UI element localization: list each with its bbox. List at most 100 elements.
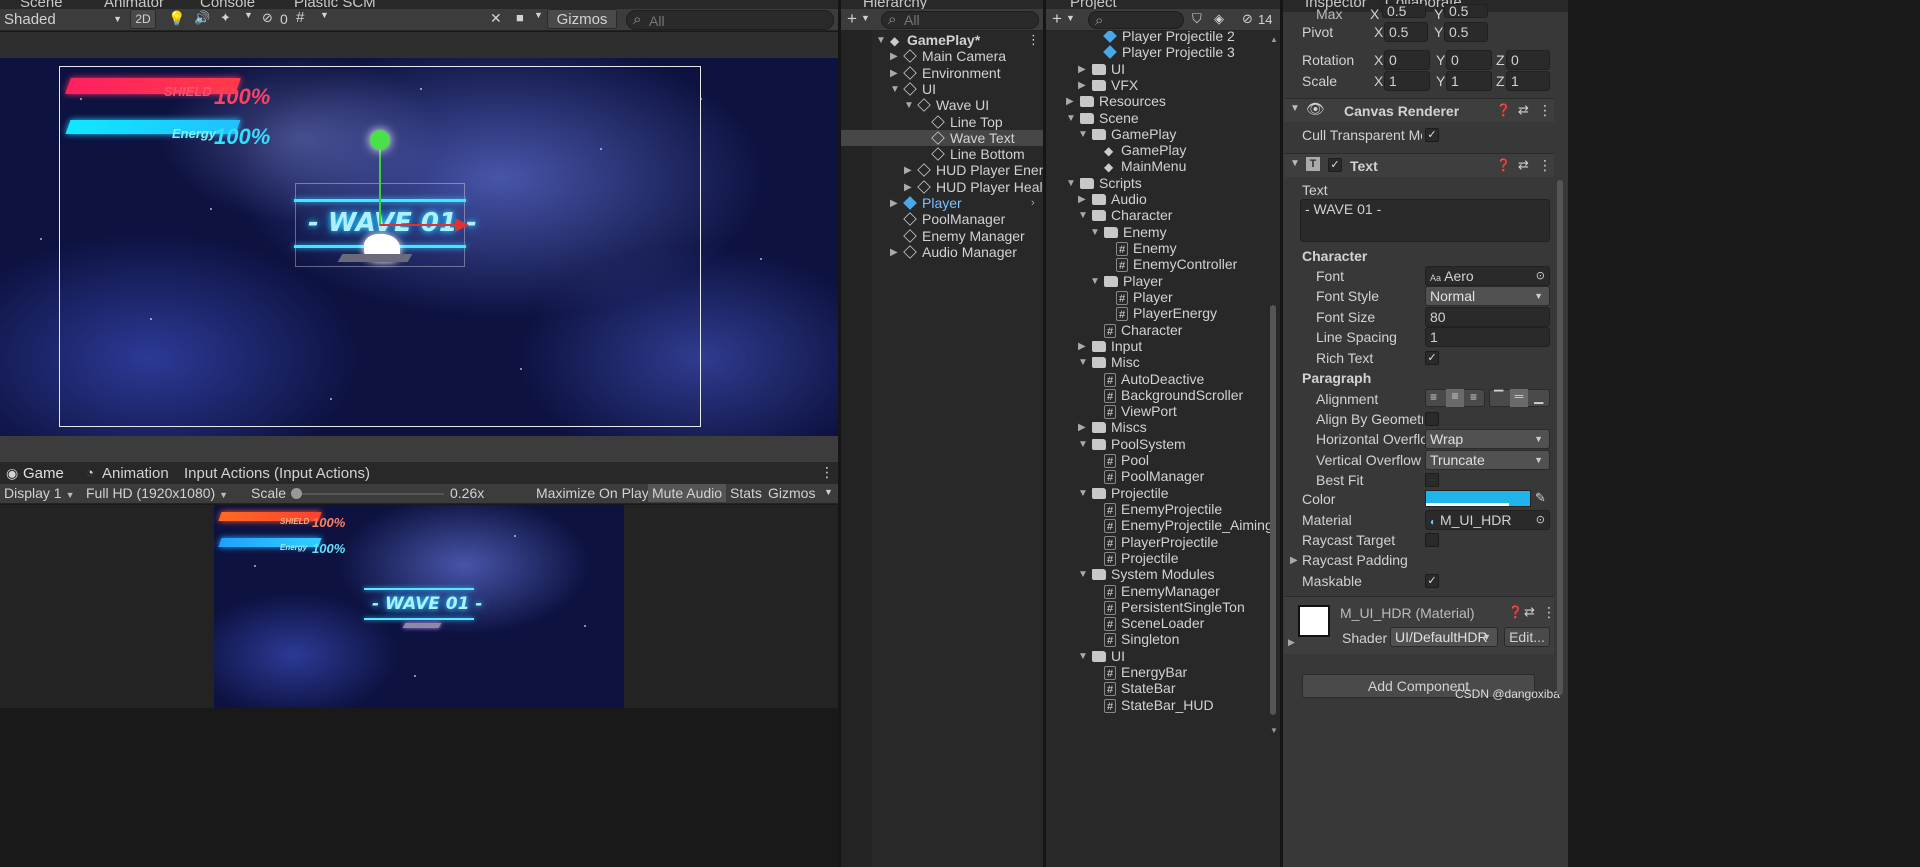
search-by-label-icon[interactable]: ◈ [1214,11,1224,27]
collapsed-arrow-icon[interactable]: ▶ [1066,94,1074,110]
hierarchy-item[interactable]: Wave Text [841,129,1043,146]
tab-animation[interactable]: Animation [102,465,169,482]
tab-game[interactable]: Game [23,465,64,482]
expanded-arrow-icon[interactable]: ▼ [1078,649,1088,665]
project-item[interactable]: ◆ MainMenu [1046,158,1268,174]
hierarchy-item[interactable]: ▶ Audio Manager [841,244,1043,260]
collapsed-arrow-icon[interactable]: ▶ [1078,62,1086,78]
scene-view[interactable]: SHIELD 100% Energy 100% - WAVE 01 - [0,58,838,436]
project-item[interactable]: ▶ Miscs [1046,419,1268,435]
collapsed-arrow-icon[interactable]: ▶ [1078,339,1086,355]
expanded-arrow-icon[interactable]: ▼ [1078,355,1088,371]
mute-audio-button[interactable]: Mute Audio [648,484,727,502]
project-item[interactable]: ▼ GamePlay [1046,126,1268,142]
project-item[interactable]: # PoolManager [1046,468,1268,485]
hierarchy-item[interactable]: PoolManager [841,211,1043,227]
project-item[interactable]: ▼ UI [1046,648,1268,664]
shader-dropdown[interactable]: UI/DefaultHDR [1390,627,1498,647]
collapsed-arrow-icon[interactable]: ▶ [904,180,912,196]
chevron-down-icon[interactable]: ▼ [824,487,833,497]
text-enabled-checkbox[interactable]: ✓ [1328,158,1342,172]
project-item[interactable]: # Enemy [1046,240,1268,257]
y-axis-gizmo[interactable] [379,142,381,226]
project-item[interactable]: # SceneLoader [1046,615,1268,632]
scale-y-field[interactable]: 1 [1446,71,1492,91]
project-item[interactable]: ▼ Scene [1046,110,1268,126]
align-left-icon[interactable]: ≡ [1430,390,1437,404]
chevron-down-icon[interactable]: ▼ [861,13,870,23]
font-field[interactable]: Aa Aero ⊙ [1425,266,1550,286]
vertical-overflow-dropdown[interactable]: Truncate [1425,450,1550,470]
more-options-icon[interactable]: ⋮ [1027,32,1040,48]
project-item[interactable]: ▼ Projectile [1046,485,1268,501]
project-item[interactable]: # PersistentSingleTon [1046,599,1268,615]
align-right-icon[interactable]: ≡ [1470,390,1477,404]
tools-icon[interactable]: ✕ [490,10,502,27]
project-item[interactable]: ▼ Misc [1046,354,1268,370]
chevron-down-icon[interactable]: ▼ [244,10,253,20]
collapsed-arrow-icon[interactable]: ▶ [1078,78,1086,94]
x-axis-arrow-icon[interactable] [455,218,469,232]
project-item[interactable]: # EnemyProjectile [1046,501,1268,517]
project-item[interactable]: # Player [1046,289,1268,305]
expanded-arrow-icon[interactable]: ▼ [1078,486,1088,502]
align-bottom-icon[interactable]: ▁ [1534,390,1543,404]
object-picker-icon[interactable]: ⊙ [1536,267,1545,285]
grid-icon[interactable]: # [296,9,304,26]
text-component-header[interactable]: ▼ T ✓ Text ❓ ⇄ ⋮ [1284,153,1554,177]
chevron-down-icon[interactable]: ▼ [1066,13,1075,23]
search-by-type-icon[interactable]: ⛉ [1192,11,1202,27]
expanded-arrow-icon[interactable]: ▼ [1078,208,1088,224]
project-item[interactable]: Player Projectile 2 [1046,31,1268,44]
project-item[interactable]: ▶ Audio [1046,191,1268,207]
resolution-dropdown[interactable]: Full HD (1920x1080) [86,485,228,501]
project-item[interactable]: # ViewPort [1046,403,1268,420]
align-center-icon[interactable]: ≡ [1446,389,1464,407]
hierarchy-item[interactable]: ▶ HUD Player Health [841,179,1054,196]
expanded-arrow-icon[interactable]: ▼ [1078,127,1088,143]
collapsed-arrow-icon[interactable]: ▶ [904,163,912,179]
pivot-y-field[interactable]: 0.5 [1444,22,1488,42]
hierarchy-item[interactable]: ▶ Environment [841,65,1043,81]
project-item[interactable]: ▶ Resources [1046,93,1268,109]
line-spacing-field[interactable]: 1 [1425,327,1550,347]
project-item[interactable]: ◆ GamePlay [1046,142,1268,158]
rotation-x-field[interactable]: 0 [1384,50,1430,70]
expanded-arrow-icon[interactable]: ▼ [876,33,886,49]
project-scrollbar[interactable]: ▲ ▼ [1268,35,1278,735]
audio-icon[interactable]: 🔊 [194,10,210,26]
preset-icon[interactable]: ⇄ [1524,604,1535,620]
eyedropper-icon[interactable]: ✎ [1535,490,1546,506]
collapsed-arrow-icon[interactable]: ▶ [1078,192,1086,208]
scene-search-input[interactable]: All [626,10,834,30]
gizmos-button[interactable]: Gizmos ▼ [547,9,617,46]
project-item[interactable]: # PlayerEnergy [1046,305,1268,322]
hierarchy-item[interactable]: ▼ UI [841,81,1043,97]
project-item[interactable]: # EnemyController [1046,256,1268,273]
chevron-down-icon[interactable]: ▼ [534,10,543,20]
scale-x-field[interactable]: 1 [1384,71,1430,91]
project-item[interactable]: ▼ Enemy [1046,224,1268,240]
chevron-right-icon[interactable]: › [1031,195,1035,211]
hierarchy-item[interactable]: Enemy Manager [841,228,1043,244]
rich-text-checkbox[interactable]: ✓ [1425,351,1439,365]
shading-mode-dropdown[interactable]: Shaded ▼ [4,11,122,28]
collapsed-arrow-icon[interactable]: ▶ [1078,420,1086,436]
stats-button[interactable]: Stats [730,485,762,501]
display-dropdown[interactable]: Display 1 [4,485,75,501]
maskable-checkbox[interactable]: ✓ [1425,574,1439,588]
project-item[interactable]: # Singleton [1046,631,1268,648]
expanded-arrow-icon[interactable]: ▼ [890,82,900,98]
hierarchy-item[interactable]: ▼ ◆ GamePlay* ⋮ [841,32,1043,48]
collapsed-arrow-icon[interactable]: ▶ [890,66,898,82]
add-icon[interactable]: + [1052,9,1062,29]
project-item[interactable]: # AutoDeactive [1046,371,1268,387]
help-icon[interactable]: ❓ [1496,158,1511,172]
scale-slider[interactable] [296,493,444,495]
more-options-icon[interactable]: ⋮ [1542,604,1556,621]
maximize-on-play-button[interactable]: Maximize On Play [536,485,649,501]
more-options-icon[interactable]: ⋮ [820,464,834,481]
raycast-target-checkbox[interactable] [1425,533,1439,547]
tab-input-actions[interactable]: Input Actions (Input Actions) [184,465,370,482]
horizontal-overflow-dropdown[interactable]: Wrap [1425,429,1550,449]
